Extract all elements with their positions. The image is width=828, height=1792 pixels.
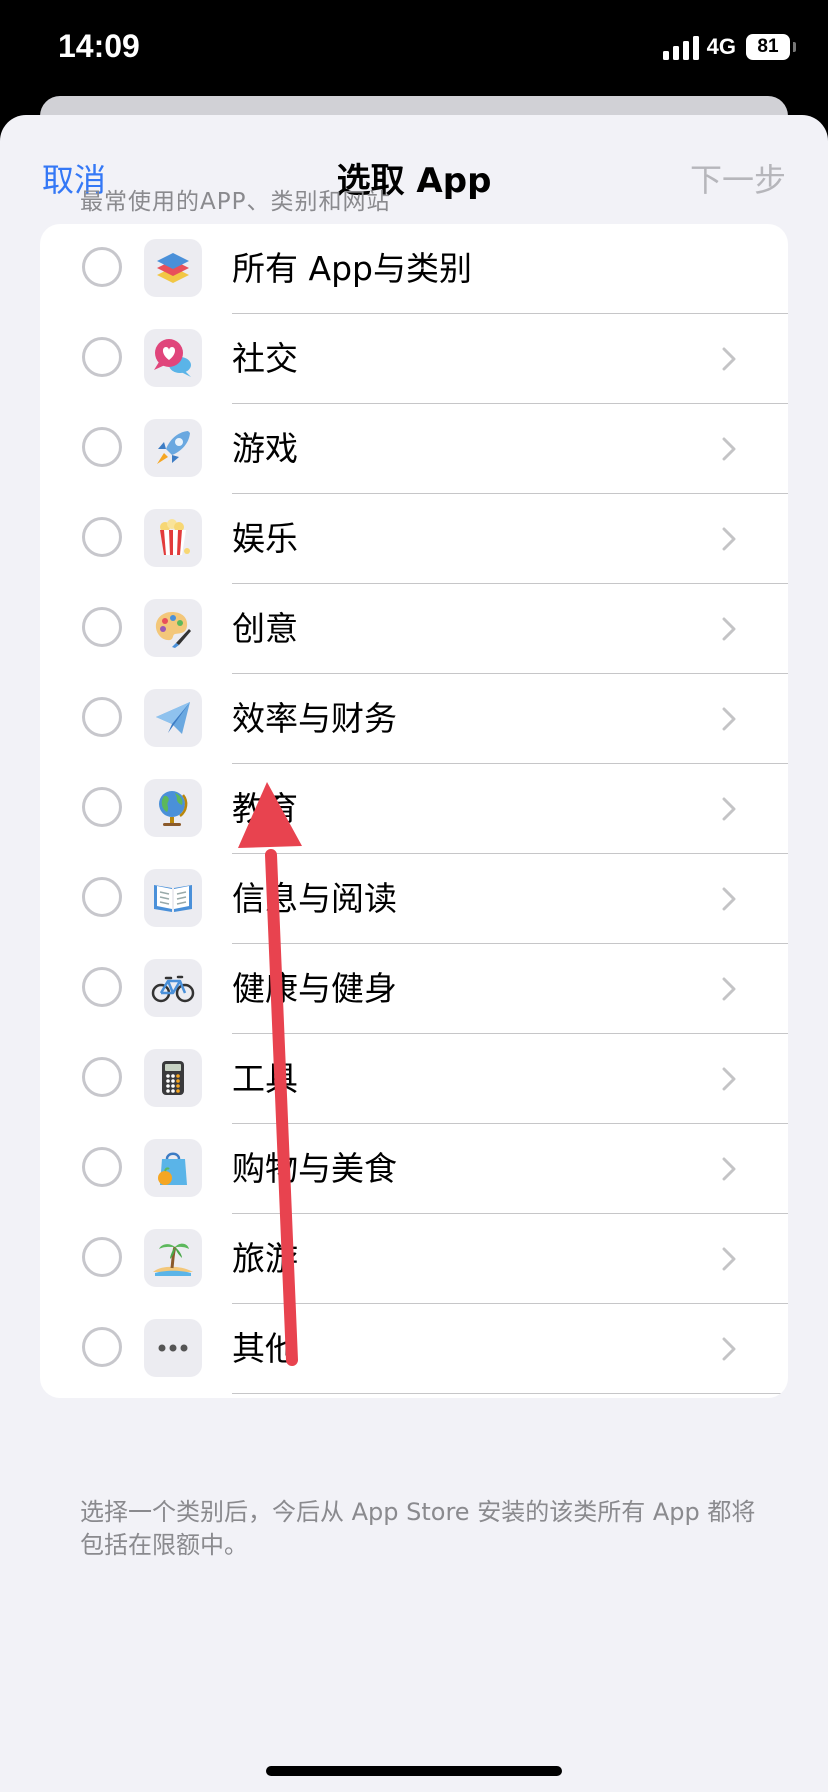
chevron-right-icon	[722, 797, 736, 821]
next-button[interactable]: 下一步	[690, 155, 786, 201]
paper-plane-icon	[144, 689, 202, 747]
category-row-games[interactable]: 游戏	[40, 404, 788, 494]
row-label: 所有 App与类别	[232, 249, 472, 288]
select-radio[interactable]	[82, 1057, 122, 1097]
signal-icon	[662, 34, 699, 60]
select-radio[interactable]	[82, 787, 122, 827]
category-row-utilities[interactable]: 工具	[40, 1034, 788, 1124]
chevron-right-icon	[722, 707, 736, 731]
category-row-shopping-food[interactable]: 购物与美食	[40, 1124, 788, 1214]
select-radio[interactable]	[82, 1237, 122, 1277]
row-label: 工具	[232, 1059, 298, 1098]
row-label: 网站	[232, 1394, 298, 1398]
category-row-info-reading[interactable]: 信息与阅读	[40, 854, 788, 944]
category-row-health-fitness[interactable]: 健康与健身	[40, 944, 788, 1034]
chevron-right-icon	[722, 1157, 736, 1181]
chevron-right-icon	[722, 1247, 736, 1271]
more-dots-icon	[144, 1319, 202, 1377]
layers-icon	[144, 239, 202, 297]
status-time: 14:09	[58, 28, 140, 64]
chevron-right-icon	[722, 1337, 736, 1361]
palette-icon	[144, 599, 202, 657]
chat-heart-icon	[144, 329, 202, 387]
bicycle-icon	[144, 959, 202, 1017]
select-radio[interactable]	[82, 427, 122, 467]
chevron-right-icon	[722, 437, 736, 461]
row-label: 社交	[232, 339, 298, 378]
globe-icon	[144, 779, 202, 837]
footer-note: 选择一个类别后，今后从 App Store 安装的该类所有 App 都将包括在限…	[80, 1498, 756, 1559]
row-label: 购物与美食	[232, 1149, 397, 1188]
network-type: 4G	[706, 34, 736, 59]
row-label: 创意	[232, 609, 298, 648]
select-radio[interactable]	[82, 517, 122, 557]
chevron-right-icon	[722, 527, 736, 551]
select-radio[interactable]	[82, 1147, 122, 1187]
category-row-websites[interactable]: 网站	[40, 1394, 788, 1398]
shopping-bag-icon	[144, 1139, 202, 1197]
row-label: 健康与健身	[232, 969, 397, 1008]
status-indicators: 4G 81	[662, 34, 796, 60]
battery-level: 81	[757, 36, 779, 57]
chevron-right-icon	[722, 1067, 736, 1091]
status-bar: 14:09 4G 81	[0, 0, 828, 100]
select-radio[interactable]	[82, 697, 122, 737]
row-label: 信息与阅读	[232, 879, 397, 918]
home-indicator	[266, 1766, 562, 1776]
select-radio[interactable]	[82, 247, 122, 287]
row-label: 旅游	[232, 1239, 298, 1278]
select-radio[interactable]	[82, 1327, 122, 1367]
row-label: 教育	[232, 789, 298, 828]
rocket-icon	[144, 419, 202, 477]
category-row-creativity[interactable]: 创意	[40, 584, 788, 674]
calculator-icon	[144, 1049, 202, 1107]
section-header: 最常使用的APP、类别和网站	[80, 189, 391, 215]
row-label: 娱乐	[232, 519, 298, 558]
select-radio[interactable]	[82, 337, 122, 377]
row-label: 其他	[232, 1329, 298, 1368]
category-row-travel[interactable]: 旅游	[40, 1214, 788, 1304]
open-book-icon	[144, 869, 202, 927]
category-row-entertainment[interactable]: 娱乐	[40, 494, 788, 584]
popcorn-icon	[144, 509, 202, 567]
select-radio[interactable]	[82, 607, 122, 647]
category-row-all-apps[interactable]: 所有 App与类别	[40, 224, 788, 314]
category-row-productivity-finance[interactable]: 效率与财务	[40, 674, 788, 764]
palm-island-icon	[144, 1229, 202, 1287]
category-row-education[interactable]: 教育	[40, 764, 788, 854]
chevron-right-icon	[722, 617, 736, 641]
select-radio[interactable]	[82, 967, 122, 1007]
category-row-other[interactable]: 其他	[40, 1304, 788, 1394]
chevron-right-icon	[722, 977, 736, 1001]
category-list: 所有 App与类别 社交 游戏 娱乐 创意 效率与财务 教育 信息与阅读 健康与…	[40, 224, 788, 1398]
chevron-right-icon	[722, 887, 736, 911]
row-label: 效率与财务	[232, 699, 397, 738]
select-radio[interactable]	[82, 877, 122, 917]
category-row-social[interactable]: 社交	[40, 314, 788, 404]
row-label: 游戏	[232, 429, 298, 468]
chevron-right-icon	[722, 347, 736, 371]
battery-icon: 81	[746, 34, 796, 60]
